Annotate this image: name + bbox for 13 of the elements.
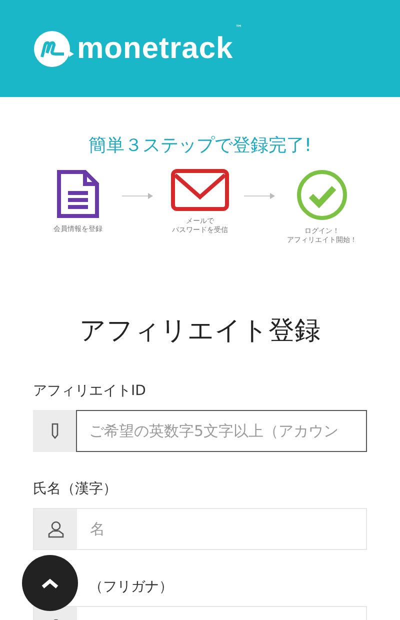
logo-text: monetrack [77,32,234,66]
field-label: （フリガナ） [89,578,173,596]
steps-heading: 簡単３ステップで登録完了! [87,134,313,157]
pencil-icon [50,423,58,440]
form-title: アフィリエイト登録 [78,315,322,348]
document-icon [56,169,100,219]
field-label: 氏名（漢字） [33,480,117,498]
person-icon [46,520,64,538]
chevron-up-icon [41,578,59,588]
input-field[interactable]: 名 [33,508,367,550]
envelope-icon [171,169,229,211]
check-circle-icon [296,169,348,221]
field-label: アフィリエイトID [33,382,146,400]
